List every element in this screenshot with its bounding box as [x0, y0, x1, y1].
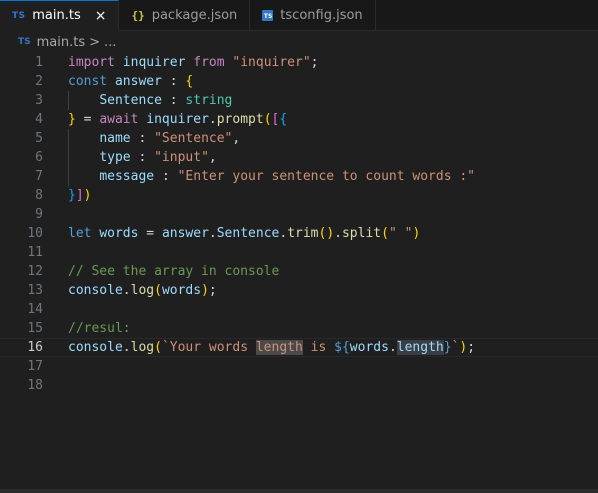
line-number: 1 [35, 55, 43, 70]
code-line[interactable]: 15 //resul: [0, 319, 598, 338]
code-line[interactable]: 9 [0, 205, 598, 224]
code-text: name : "Sentence", [99, 131, 241, 146]
code-text: const answer : { [68, 74, 194, 89]
code-line[interactable]: 8}]) [0, 186, 598, 205]
line-number: 15 [27, 321, 43, 336]
editor-tab-bar: TS main.ts × {} package.json TS tsconfig… [0, 0, 598, 31]
code-line[interactable]: 7 message : "Enter your sentence to coun… [0, 167, 598, 186]
code-line[interactable]: 1 import inquirer from "inquirer"; [0, 53, 598, 72]
line-number: 7 [35, 169, 43, 184]
code-line[interactable]: 11 [0, 243, 598, 262]
code-text: console.log(`Your words length is ${word… [68, 340, 476, 355]
code-line[interactable]: 16 console.log(`Your words length is ${wo… [0, 338, 598, 357]
tsconfig-icon: TS [262, 10, 274, 21]
indent-guide [68, 129, 69, 186]
line-number: 17 [27, 359, 43, 374]
line-number: 3 [35, 93, 43, 108]
line-number: 18 [27, 378, 43, 393]
line-number: 10 [27, 226, 43, 241]
tab-main-ts[interactable]: TS main.ts × [0, 0, 120, 31]
line-number: 8 [35, 188, 43, 203]
indent-guide [68, 91, 69, 110]
code-text: } = await inquirer.prompt([{ [68, 112, 288, 127]
line-number: 5 [35, 131, 43, 146]
code-line[interactable]: 12 // See the array in console [0, 262, 598, 281]
tab-tsconfig-json[interactable]: TS tsconfig.json [250, 0, 376, 31]
tab-label: package.json [151, 8, 238, 23]
code-text: let words = answer.Sentence.trim().split… [68, 226, 421, 241]
code-text: //resul: [68, 321, 131, 336]
line-number: 9 [35, 207, 43, 222]
code-line[interactable]: 10 let words = answer.Sentence.trim().spl… [0, 224, 598, 243]
code-line[interactable]: 18 [0, 376, 598, 395]
horizontal-scrollbar[interactable] [0, 489, 598, 493]
code-line[interactable]: 6 type : "input", [0, 148, 598, 167]
code-line[interactable]: 17 [0, 357, 598, 376]
close-icon[interactable]: × [95, 8, 107, 24]
code-text: type : "input", [99, 150, 217, 165]
line-number: 13 [27, 283, 43, 298]
json-icon: {} [131, 9, 145, 22]
line-number: 4 [35, 112, 43, 127]
code-text: }]) [68, 188, 92, 203]
line-number: 12 [27, 264, 43, 279]
breadcrumb-file[interactable]: main.ts [37, 35, 85, 50]
code-line[interactable]: 13 console.log(words); [0, 281, 598, 300]
code-line[interactable]: 2 const answer : { [0, 72, 598, 91]
code-line[interactable]: 3 Sentence : string [0, 91, 598, 110]
chevron-right-icon: > [89, 34, 101, 50]
code-text: // See the array in console [68, 264, 280, 279]
code-editor[interactable]: 1 import inquirer from "inquirer"; 2 const … [0, 53, 598, 493]
line-number: 2 [35, 74, 43, 89]
code-text: console.log(words); [68, 283, 217, 298]
code-text: Sentence : string [99, 93, 233, 108]
code-text: import inquirer from "inquirer"; [68, 55, 319, 70]
tab-label: main.ts [32, 8, 81, 23]
line-number: 16 [27, 340, 43, 355]
breadcrumb: TS main.ts > ... [0, 31, 598, 53]
tab-label: tsconfig.json [280, 8, 363, 23]
line-number: 11 [27, 245, 43, 260]
typescript-icon: TS [18, 37, 31, 47]
typescript-icon: TS [12, 10, 26, 21]
line-number: 14 [27, 302, 43, 317]
code-line[interactable]: 14 [0, 300, 598, 319]
tab-package-json[interactable]: {} package.json [119, 0, 251, 31]
breadcrumb-symbol[interactable]: ... [104, 35, 116, 50]
code-line[interactable]: 5 name : "Sentence", [0, 129, 598, 148]
code-line[interactable]: 4 } = await inquirer.prompt([{ [0, 110, 598, 129]
code-text: message : "Enter your sentence to count … [99, 169, 476, 184]
line-number: 6 [35, 150, 43, 165]
